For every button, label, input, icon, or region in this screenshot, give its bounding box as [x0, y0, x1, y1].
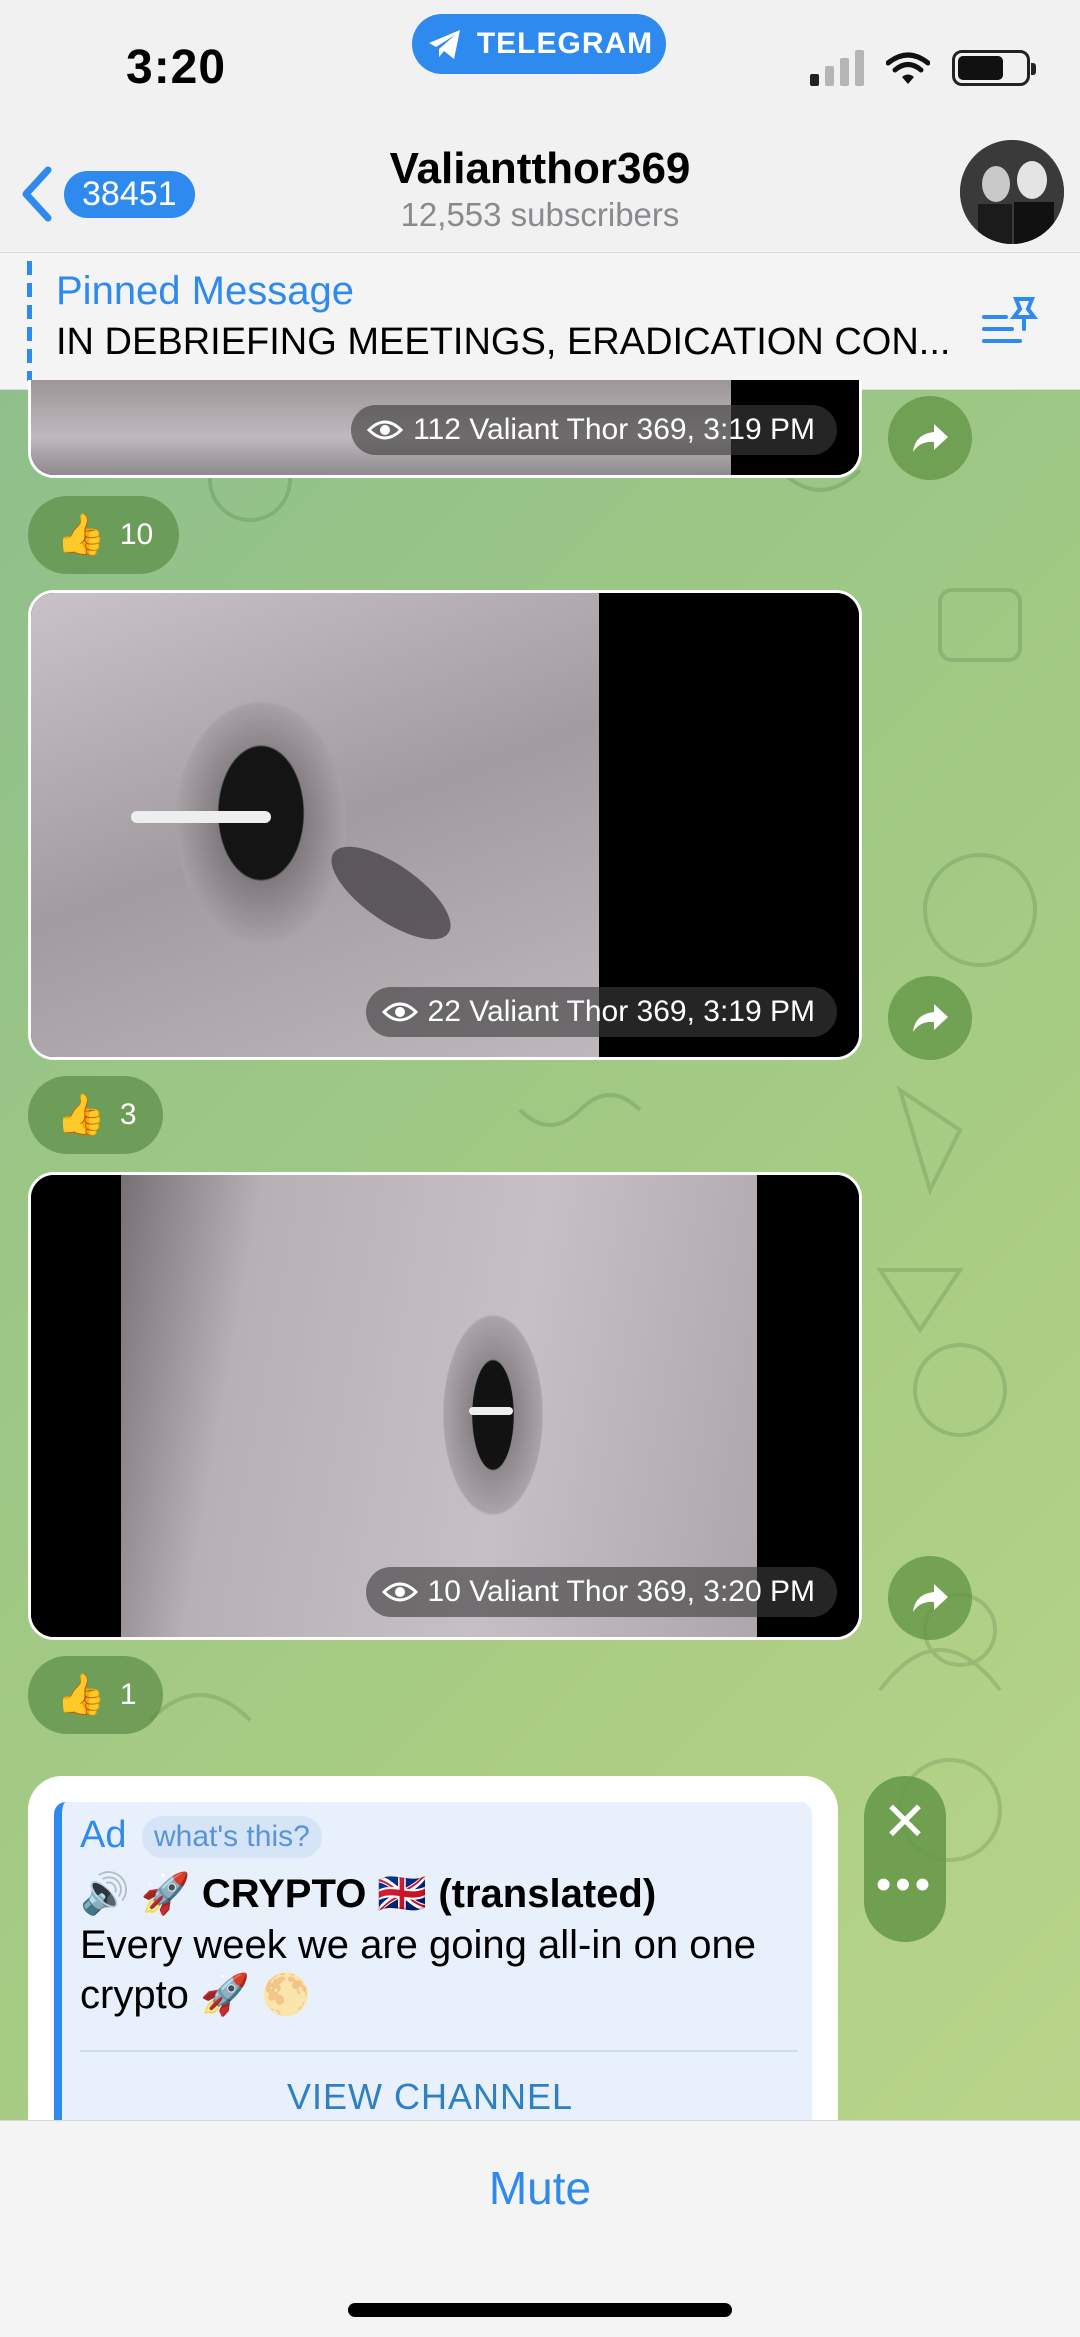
mute-button[interactable]: Mute: [0, 2161, 1080, 2215]
views-eye-icon: [367, 420, 404, 440]
message-meta-text: 22 Valiant Thor 369, 3:19 PM: [427, 995, 815, 1028]
status-bar: 3:20 TELEGRAM: [0, 0, 1080, 140]
reaction-count: 1: [119, 1678, 137, 1711]
reaction-chip[interactable]: 👍 1: [28, 1656, 163, 1734]
forward-arrow-icon: [913, 1584, 948, 1612]
pinned-indicator: [27, 261, 32, 381]
message-meta-text: 10 Valiant Thor 369, 3:20 PM: [427, 1575, 815, 1608]
system-icons: [810, 50, 1036, 86]
thumbs-up-icon: 👍: [56, 513, 106, 557]
channel-title[interactable]: Valiantthor369: [0, 144, 1080, 194]
forward-arrow-icon: [913, 424, 948, 452]
pinned-list-icon[interactable]: [980, 293, 1040, 349]
forward-button[interactable]: [888, 976, 972, 1060]
forward-arrow-icon: [913, 1004, 948, 1032]
sponsored-message[interactable]: Ad what's this? 🔊 🚀 CRYPTO 🇬🇧 (translate…: [28, 1776, 838, 2136]
clock: 3:20: [126, 41, 227, 94]
reaction-count: 3: [119, 1098, 137, 1131]
ad-body: Every week we are going all-in on one cr…: [80, 1923, 756, 2017]
close-ad-icon[interactable]: ✕: [864, 1790, 946, 1853]
chat-header: 38451 Valiantthor369 12,553 subscribers: [0, 140, 1080, 252]
thumbs-up-icon: 👍: [56, 1093, 106, 1137]
message-meta: 112 Valiant Thor 369, 3:19 PM: [351, 405, 837, 455]
more-options-icon[interactable]: •••: [864, 1860, 946, 1910]
wifi-icon: [886, 52, 930, 84]
reaction-count: 10: [119, 518, 154, 551]
ad-card: Ad what's this? 🔊 🚀 CRYPTO 🇬🇧 (translate…: [54, 1802, 812, 2136]
video-letterbox: [31, 1175, 121, 1637]
pinned-message-bar[interactable]: Pinned Message IN DEBRIEFING MEETINGS, E…: [0, 252, 1080, 390]
message-meta-text: 112 Valiant Thor 369, 3:19 PM: [413, 413, 815, 446]
forward-button[interactable]: [888, 396, 972, 480]
pinned-label: Pinned Message: [56, 269, 354, 313]
cellular-signal-icon: [810, 50, 864, 86]
ad-tag: Ad: [80, 1814, 127, 1856]
channel-avatar[interactable]: [960, 140, 1064, 244]
ad-actions: ✕ •••: [864, 1776, 946, 1942]
video-message-1[interactable]: 112 Valiant Thor 369, 3:19 PM: [28, 380, 862, 478]
view-channel-button[interactable]: VIEW CHANNEL: [62, 2076, 798, 2118]
whats-this-button[interactable]: what's this?: [142, 1816, 322, 1858]
video-message-2[interactable]: 22 Valiant Thor 369, 3:19 PM: [28, 590, 862, 1060]
home-indicator: [348, 2303, 732, 2317]
video-message-3[interactable]: 10 Valiant Thor 369, 3:20 PM: [28, 1172, 862, 1640]
telegram-pill[interactable]: TELEGRAM: [412, 14, 666, 74]
bottom-bar: Mute: [0, 2120, 1080, 2337]
ad-title: 🔊 🚀 CRYPTO 🇬🇧 (translated): [80, 1872, 657, 1916]
message-meta: 10 Valiant Thor 369, 3:20 PM: [365, 1567, 837, 1617]
telegram-plane-icon: [428, 30, 460, 59]
subscriber-count: 12,553 subscribers: [400, 196, 680, 233]
avatar-photo: [960, 140, 1064, 244]
reaction-chip[interactable]: 👍 3: [28, 1076, 163, 1154]
views-eye-icon: [381, 1002, 418, 1022]
ad-divider: [80, 2050, 798, 2052]
reaction-chip[interactable]: 👍 10: [28, 496, 180, 574]
thumbs-up-icon: 👍: [56, 1673, 106, 1717]
pinned-text: IN DEBRIEFING MEETINGS, ERADICATION CON.…: [56, 321, 951, 363]
views-eye-icon: [381, 1582, 418, 1602]
telegram-pill-label: TELEGRAM: [476, 27, 654, 60]
message-meta: 22 Valiant Thor 369, 3:19 PM: [365, 987, 837, 1037]
battery-icon: [952, 50, 1036, 86]
forward-button[interactable]: [888, 1556, 972, 1640]
